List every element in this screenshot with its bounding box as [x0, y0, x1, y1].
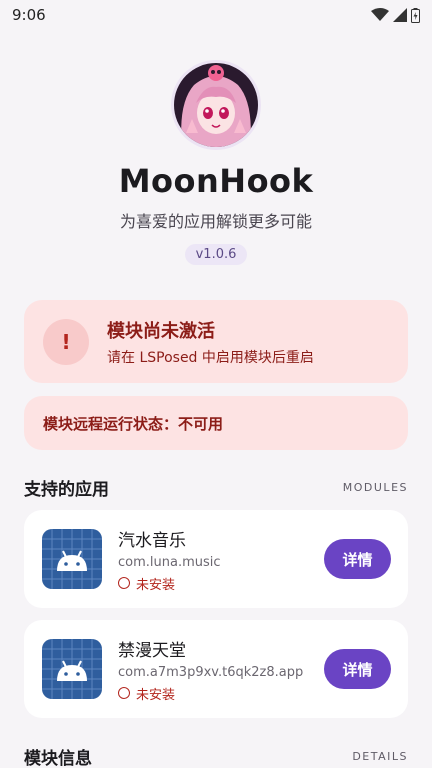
not-installed-icon [118, 687, 130, 699]
module-inactive-card: ! 模块尚未激活 请在 LSPosed 中启用模块后重启 [24, 300, 408, 383]
battery-icon [411, 7, 420, 23]
section-tag: MODULES [342, 481, 408, 494]
status-time: 9:06 [12, 6, 46, 24]
status-bar: 9:06 [0, 0, 432, 30]
status-icons [371, 7, 420, 23]
not-installed-icon [118, 577, 130, 589]
warning-subtitle: 请在 LSPosed 中启用模块后重启 [107, 349, 314, 366]
app-tagline: 为喜爱的应用解锁更多可能 [119, 212, 312, 231]
android-app-icon [42, 529, 102, 589]
remote-status-text: 模块远程运行状态：不可用 [43, 414, 224, 433]
app-name: MoonHook [118, 162, 314, 200]
section-tag: DETAILS [352, 750, 408, 763]
details-button[interactable]: 详情 [324, 649, 391, 689]
wifi-icon [371, 8, 389, 21]
android-app-icon [42, 639, 102, 699]
section-title: 模块信息 [24, 749, 92, 768]
warning-title: 模块尚未激活 [107, 320, 215, 342]
avatar-image [174, 63, 258, 147]
install-status: 未安装 [118, 574, 324, 593]
avatar [171, 60, 261, 150]
supported-apps-header: 支持的应用 MODULES [24, 475, 408, 500]
install-status-label: 未安装 [136, 687, 176, 703]
app-package: com.a7m3p9xv.t6qk2z8.app [118, 664, 304, 680]
warning-icon: ! [43, 318, 89, 365]
remote-status-card: 模块远程运行状态：不可用 [24, 396, 408, 450]
module-info-header: 模块信息 DETAILS [24, 744, 408, 768]
app-card[interactable]: 汽水音乐 com.luna.music 未安装 详情 [24, 510, 408, 608]
install-status-label: 未安装 [136, 577, 176, 593]
version-badge: v1.0.6 [184, 244, 248, 265]
app-card[interactable]: 禁漫天堂 com.a7m3p9xv.t6qk2z8.app 未安装 详情 [24, 620, 408, 718]
section-title: 支持的应用 [24, 480, 109, 500]
install-status: 未安装 [118, 684, 324, 703]
app-title: 禁漫天堂 [118, 640, 186, 661]
app-header: MoonHook 为喜爱的应用解锁更多可能 v1.0.6 [0, 60, 432, 265]
app-package: com.luna.music [118, 554, 221, 570]
signal-icon [393, 8, 407, 22]
app-title: 汽水音乐 [118, 530, 186, 551]
details-button[interactable]: 详情 [324, 539, 391, 579]
